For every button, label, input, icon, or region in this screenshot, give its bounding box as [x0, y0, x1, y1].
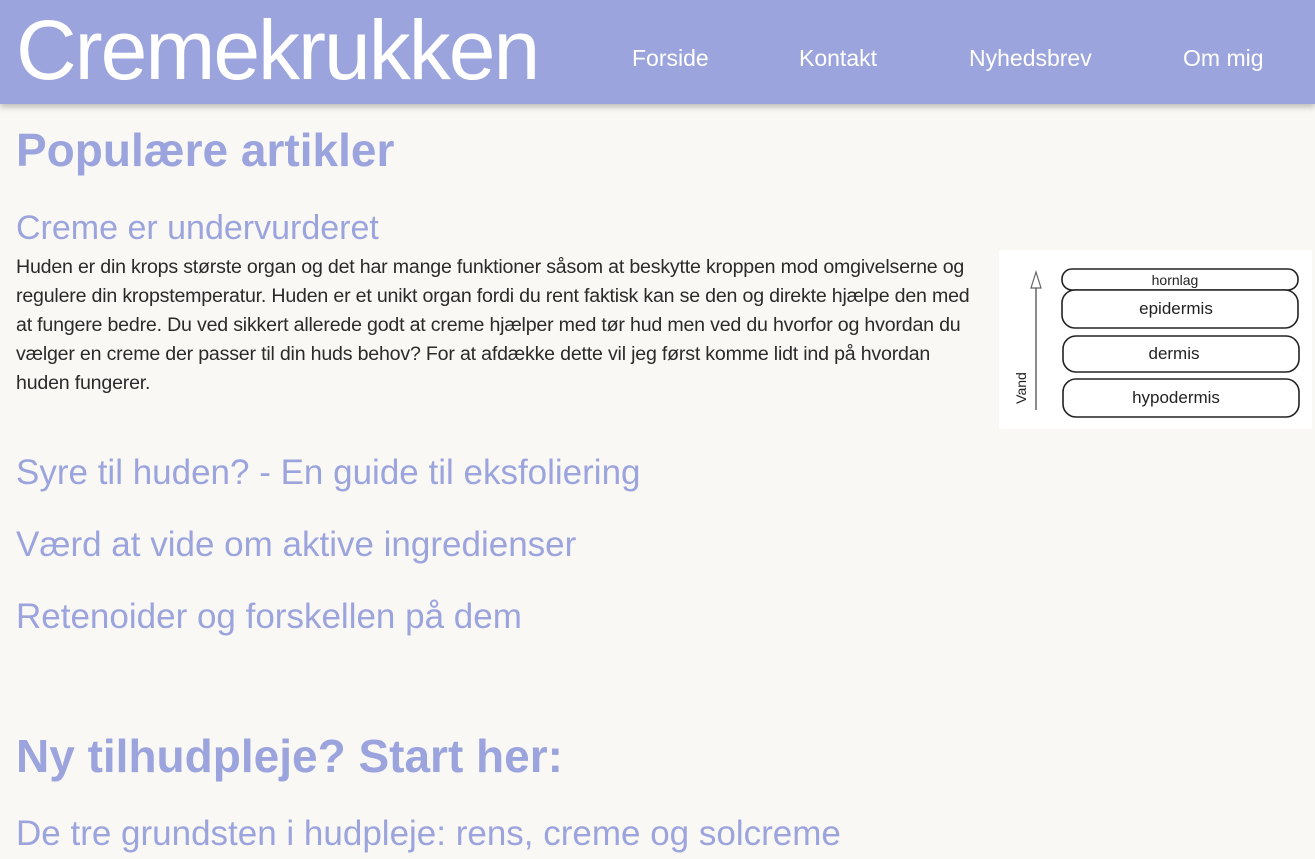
article-link-aktive-ingredienser[interactable]: Værd at vide om aktive ingredienser	[16, 524, 576, 566]
article-link-eksfoliering[interactable]: Syre til huden? - En guide til eksfolier…	[16, 452, 641, 494]
article-link-retenoider[interactable]: Retenoider og forskellen på dem	[16, 596, 522, 638]
popular-articles-heading: Populære artikler	[16, 124, 395, 176]
featured-article-link[interactable]: Creme er undervurderet	[16, 207, 379, 249]
nav-item-kontakt[interactable]: Kontakt	[799, 44, 877, 72]
water-axis-label: Vand	[1013, 372, 1029, 404]
water-arrow-head	[1030, 269, 1042, 289]
featured-article-text: Huden er din krops største organ og det …	[16, 256, 970, 394]
skin-layers-figure: Vand hornlag epidermis dermis hypodermis	[999, 250, 1312, 429]
site-header: Cremekrukken Forside Kontakt Nyhedsbrev …	[0, 0, 1315, 104]
nav-item-nyhedsbrev[interactable]: Nyhedsbrev	[969, 44, 1092, 72]
skin-layers-diagram: Vand hornlag epidermis dermis hypodermis	[1013, 268, 1300, 418]
start-here-heading: Ny tilhudpleje? Start her:	[16, 730, 563, 782]
site-logo[interactable]: Cremekrukken	[16, 4, 540, 96]
layer-epidermis-label: epidermis	[1139, 299, 1213, 318]
article-link-grundsten[interactable]: De tre grundsten i hudpleje: rens, creme…	[16, 813, 841, 855]
layer-hornlag-label: hornlag	[1152, 272, 1199, 288]
layer-dermis-label: dermis	[1148, 344, 1199, 363]
nav-item-forside[interactable]: Forside	[632, 44, 709, 72]
layer-hypodermis-label: hypodermis	[1132, 388, 1220, 407]
nav-item-om-mig[interactable]: Om mig	[1183, 44, 1264, 72]
